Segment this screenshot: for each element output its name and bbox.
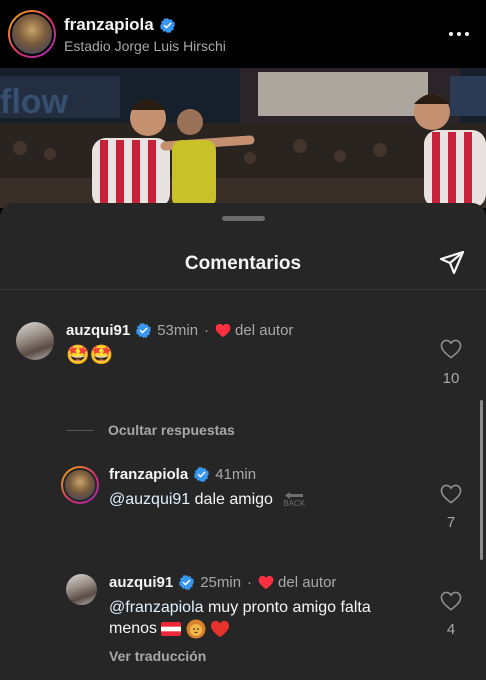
like-count: 4	[446, 621, 456, 638]
heart-outline-icon[interactable]	[440, 339, 462, 359]
hide-replies-button[interactable]: Ocultar respuestas	[66, 422, 235, 438]
author-liked-badge: del autor	[215, 322, 293, 339]
post-author-avatar[interactable]	[8, 10, 56, 58]
sheet-grabber[interactable]	[222, 216, 265, 221]
like-count: 10	[442, 370, 460, 387]
replier-username[interactable]: franzapiola	[109, 466, 188, 483]
mention-link[interactable]: @franzapiola	[109, 599, 204, 616]
verified-badge-icon	[136, 323, 152, 338]
reply-text: @franzapiola muy pronto amigo falta meno…	[109, 599, 371, 639]
mention-link[interactable]: @auzqui91	[109, 491, 190, 508]
comments-sheet: Comentarios auzqui91 53min · del autor 🤩…	[0, 203, 486, 680]
heart-outline-icon[interactable]	[440, 591, 462, 611]
reply-time: 25min	[200, 574, 242, 591]
heart-filled-icon	[258, 575, 274, 590]
paper-plane-icon[interactable]	[438, 249, 466, 277]
author-liked-badge: del autor	[258, 574, 336, 591]
sheet-title: Comentarios	[184, 253, 302, 274]
comment-text: 🤩🤩	[66, 345, 114, 366]
heart-outline-icon[interactable]	[440, 484, 462, 504]
back-badge: BACK	[283, 491, 305, 508]
replier-avatar[interactable]	[66, 574, 97, 605]
reply-time: 41min	[215, 466, 257, 483]
post-photo-illustration: flow	[0, 68, 486, 208]
verified-badge-icon	[179, 575, 195, 590]
comment-time: 53min	[157, 322, 199, 339]
verified-badge-icon	[159, 17, 175, 33]
svg-text:flow: flow	[0, 83, 69, 121]
reply-header: franzapiola 41min	[109, 466, 256, 483]
commenter-username[interactable]: auzqui91	[66, 322, 130, 339]
separator-dot: ·	[247, 574, 253, 591]
commenter-avatar[interactable]	[16, 322, 54, 360]
red-heart-icon	[211, 620, 230, 637]
post-header: franzapiola Estadio Jorge Luis Hirschi	[0, 0, 486, 68]
lion-face-icon	[186, 619, 206, 639]
post-location[interactable]: Estadio Jorge Luis Hirschi	[64, 38, 226, 54]
scrollbar[interactable]	[480, 400, 483, 560]
flag-austria-icon	[161, 621, 182, 636]
hide-replies-line	[66, 429, 94, 431]
separator-dot: ·	[204, 322, 210, 339]
replier-avatar[interactable]	[61, 466, 99, 504]
see-translation-button[interactable]: Ver traducción	[109, 648, 206, 664]
post-author-username[interactable]: franzapiola	[64, 15, 175, 35]
replier-username[interactable]: auzqui91	[109, 574, 173, 591]
like-count: 7	[446, 514, 456, 531]
heart-filled-icon	[215, 323, 231, 338]
verified-badge-icon	[194, 467, 210, 482]
comment-header: auzqui91 53min · del autor	[66, 322, 293, 339]
more-horizontal-icon[interactable]	[448, 26, 470, 42]
reply-header: auzqui91 25min · del autor	[109, 574, 336, 591]
reply-text: @auzqui91 dale amigo BACK	[109, 491, 306, 509]
post-photo[interactable]: flow	[0, 68, 486, 208]
sheet-divider	[0, 289, 486, 290]
